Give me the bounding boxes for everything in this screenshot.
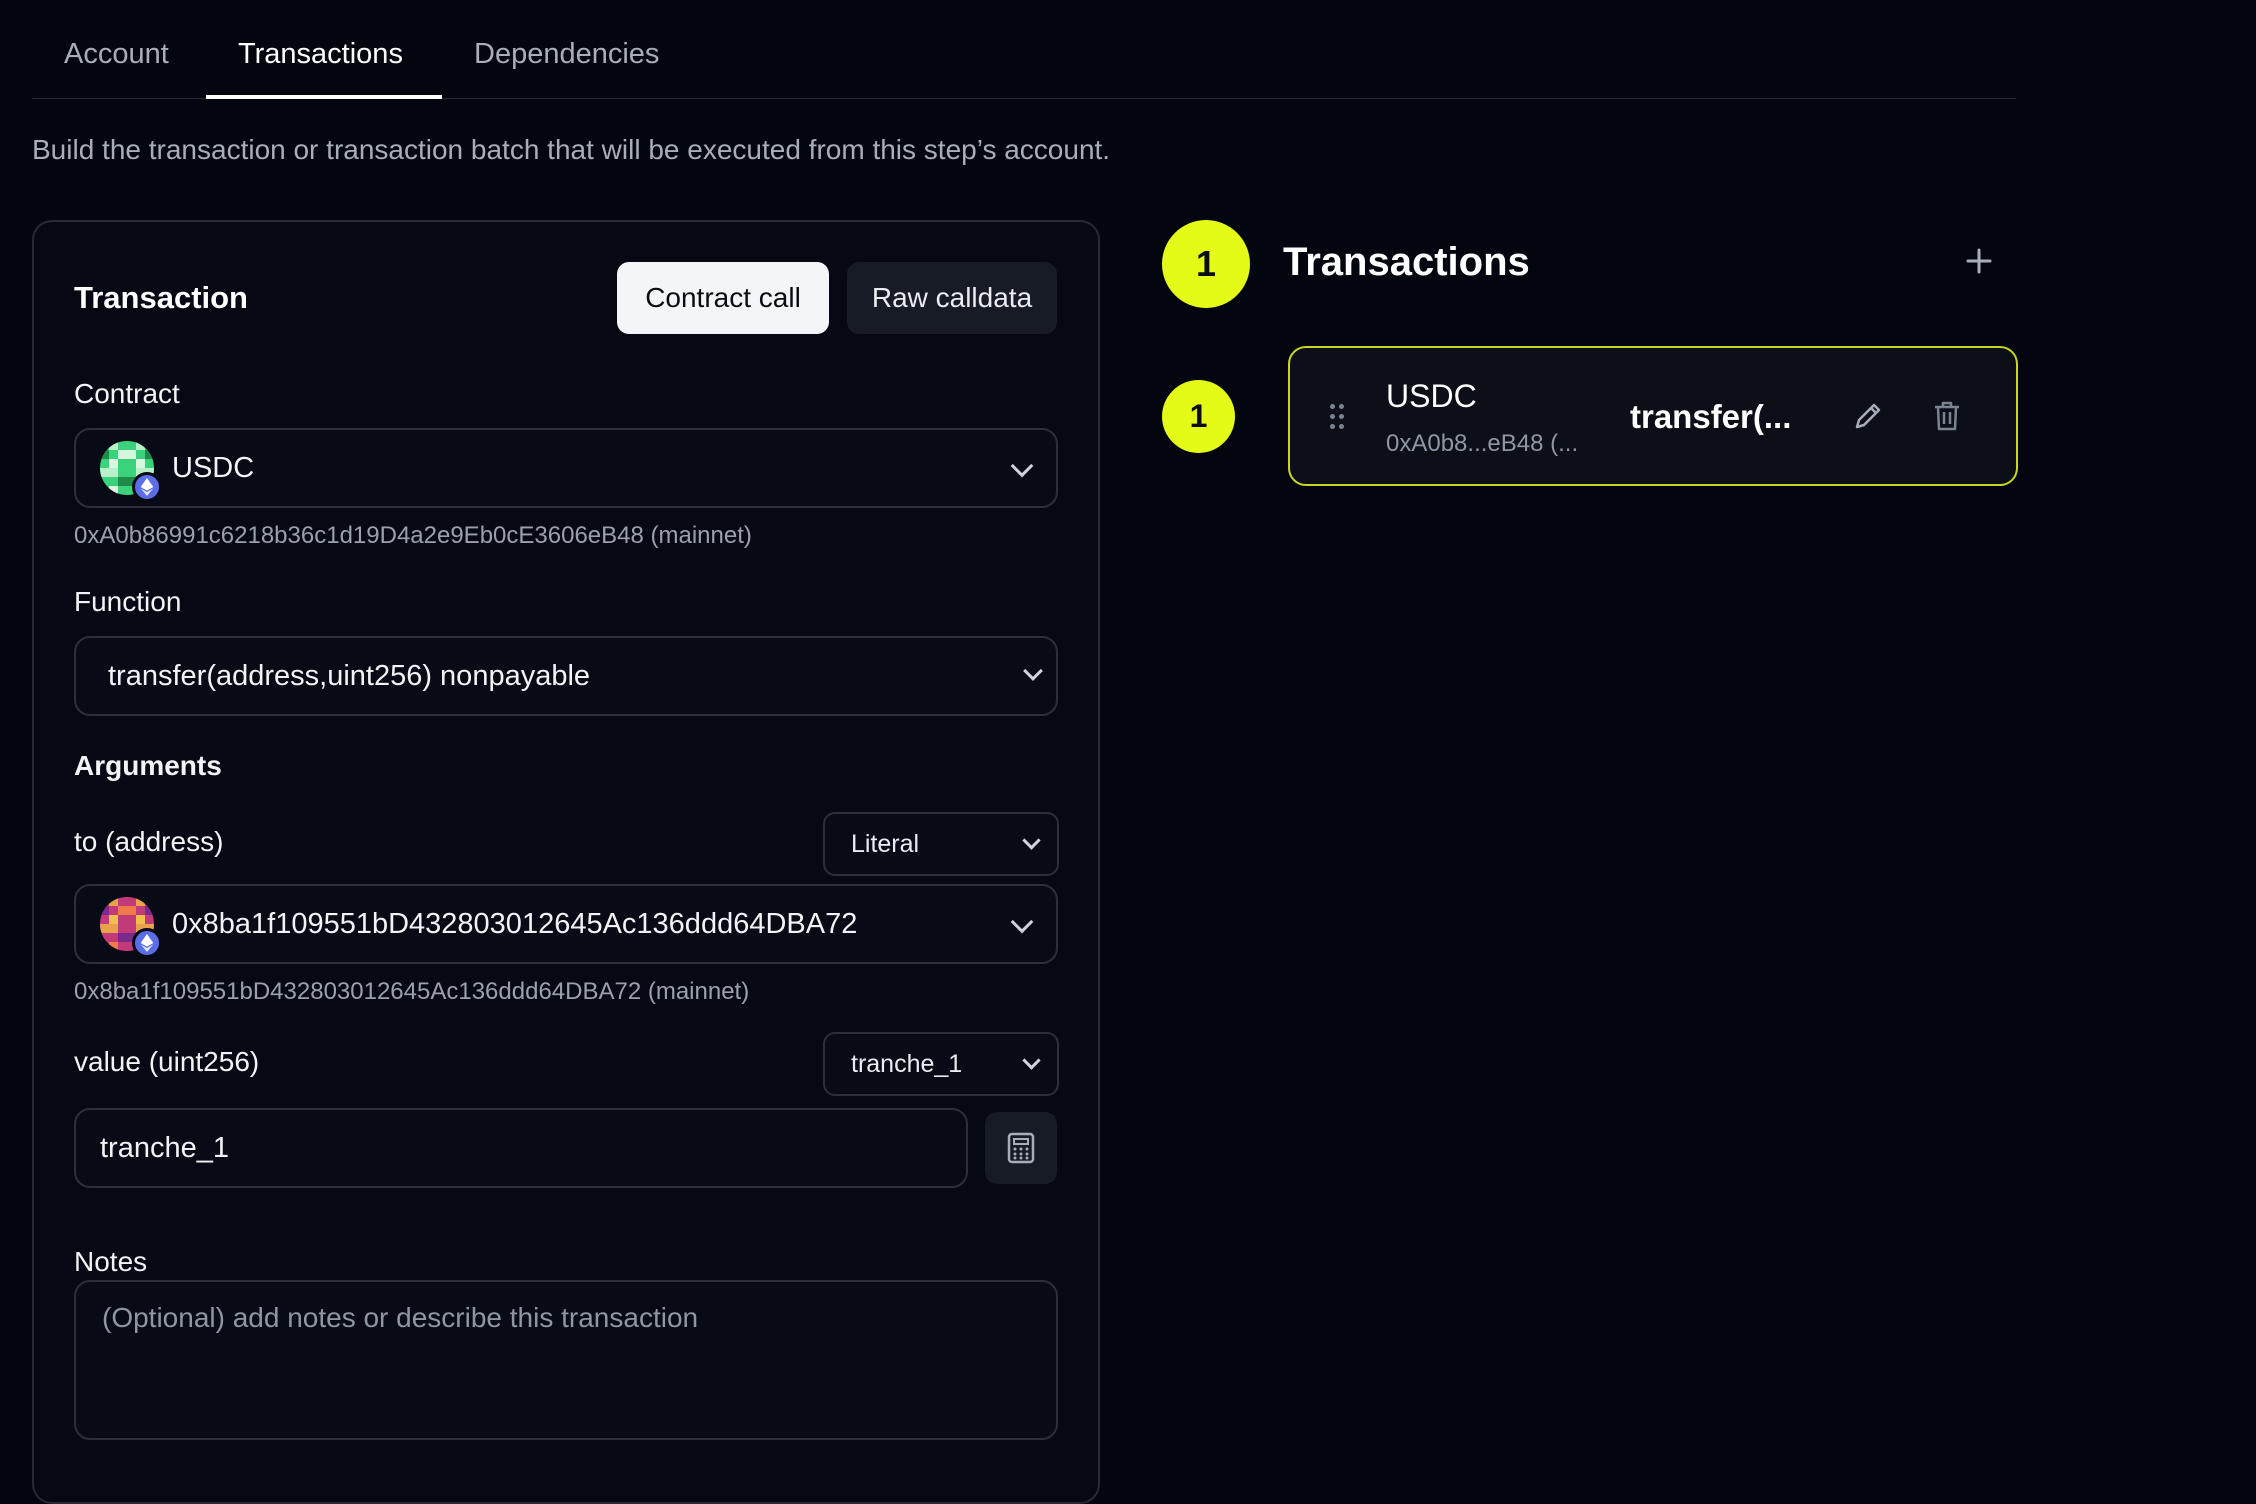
ethereum-network-icon (132, 928, 162, 958)
active-tab-indicator (206, 95, 442, 99)
chevron-down-icon (1022, 1051, 1041, 1070)
transaction-index-badge: 1 (1162, 380, 1235, 453)
contract-call-button[interactable]: Contract call (617, 262, 829, 334)
tab-transactions[interactable]: Transactions (238, 38, 403, 71)
transaction-item-address: 0xA0b8...eB48 (... (1386, 430, 1579, 457)
to-address-label: to (address) (74, 826, 224, 857)
value-input[interactable]: tranche_1 (74, 1108, 968, 1188)
drag-handle-icon[interactable] (1330, 404, 1344, 430)
function-select-value: transfer(address,uint256) nonpayable (108, 660, 591, 692)
tab-dependencies[interactable]: Dependencies (474, 38, 659, 71)
ethereum-network-icon (132, 472, 162, 502)
to-address-input[interactable]: 0x8ba1f109551bD432803012645Ac136ddd64DBA… (74, 884, 1058, 964)
chevron-down-icon (1023, 661, 1043, 681)
chevron-down-icon (1022, 831, 1041, 850)
to-address-mode-value: Literal (851, 829, 920, 858)
value-mode-select[interactable]: tranche_1 (823, 1032, 1059, 1096)
to-address-value: 0x8ba1f109551bD432803012645Ac136ddd64DBA… (172, 908, 858, 940)
calculator-button[interactable] (985, 1112, 1057, 1184)
function-label: Function (74, 586, 182, 617)
transaction-list-item[interactable]: USDC 0xA0b8...eB48 (... transfer(... (1288, 346, 2018, 486)
contract-select[interactable]: USDC (74, 428, 1058, 508)
notes-label: Notes (74, 1246, 148, 1277)
to-address-mode-select[interactable]: Literal (823, 812, 1059, 876)
raw-calldata-button[interactable]: Raw calldata (847, 262, 1057, 334)
page-description: Build the transaction or transaction bat… (32, 134, 1111, 165)
contract-select-value: USDC (172, 452, 255, 484)
transactions-list-title: Transactions (1283, 240, 1530, 284)
chevron-down-icon (1010, 910, 1034, 934)
chevron-down-icon (1010, 454, 1034, 478)
transaction-panel: Transaction Contract call Raw calldata C… (32, 220, 1100, 1504)
value-input-value: tranche_1 (100, 1132, 229, 1164)
arguments-label: Arguments (74, 750, 222, 781)
tab-bar: Account Transactions Dependencies (32, 0, 2016, 99)
contract-label: Contract (74, 378, 180, 409)
function-select[interactable]: transfer(address,uint256) nonpayable (74, 636, 1058, 716)
delete-trash-icon[interactable] (1932, 400, 1962, 432)
notes-textarea[interactable]: (Optional) add notes or describe this tr… (74, 1280, 1058, 1440)
transactions-count-badge: 1 (1162, 220, 1250, 308)
calculator-icon (1007, 1132, 1035, 1164)
transaction-item-contract: USDC (1386, 378, 1477, 414)
contract-address-hint: 0xA0b86991c6218b36c1d19D4a2e9Eb0cE3606eB… (74, 522, 752, 549)
transaction-panel-title: Transaction (74, 280, 248, 315)
value-mode-value: tranche_1 (851, 1049, 963, 1078)
transaction-item-function: transfer(... (1630, 398, 1792, 435)
to-address-hint: 0x8ba1f109551bD432803012645Ac136ddd64DBA… (74, 978, 750, 1005)
value-uint256-label: value (uint256) (74, 1046, 260, 1077)
edit-pencil-icon[interactable] (1852, 400, 1884, 432)
add-transaction-button[interactable] (1966, 248, 1992, 274)
tab-account[interactable]: Account (64, 38, 169, 71)
